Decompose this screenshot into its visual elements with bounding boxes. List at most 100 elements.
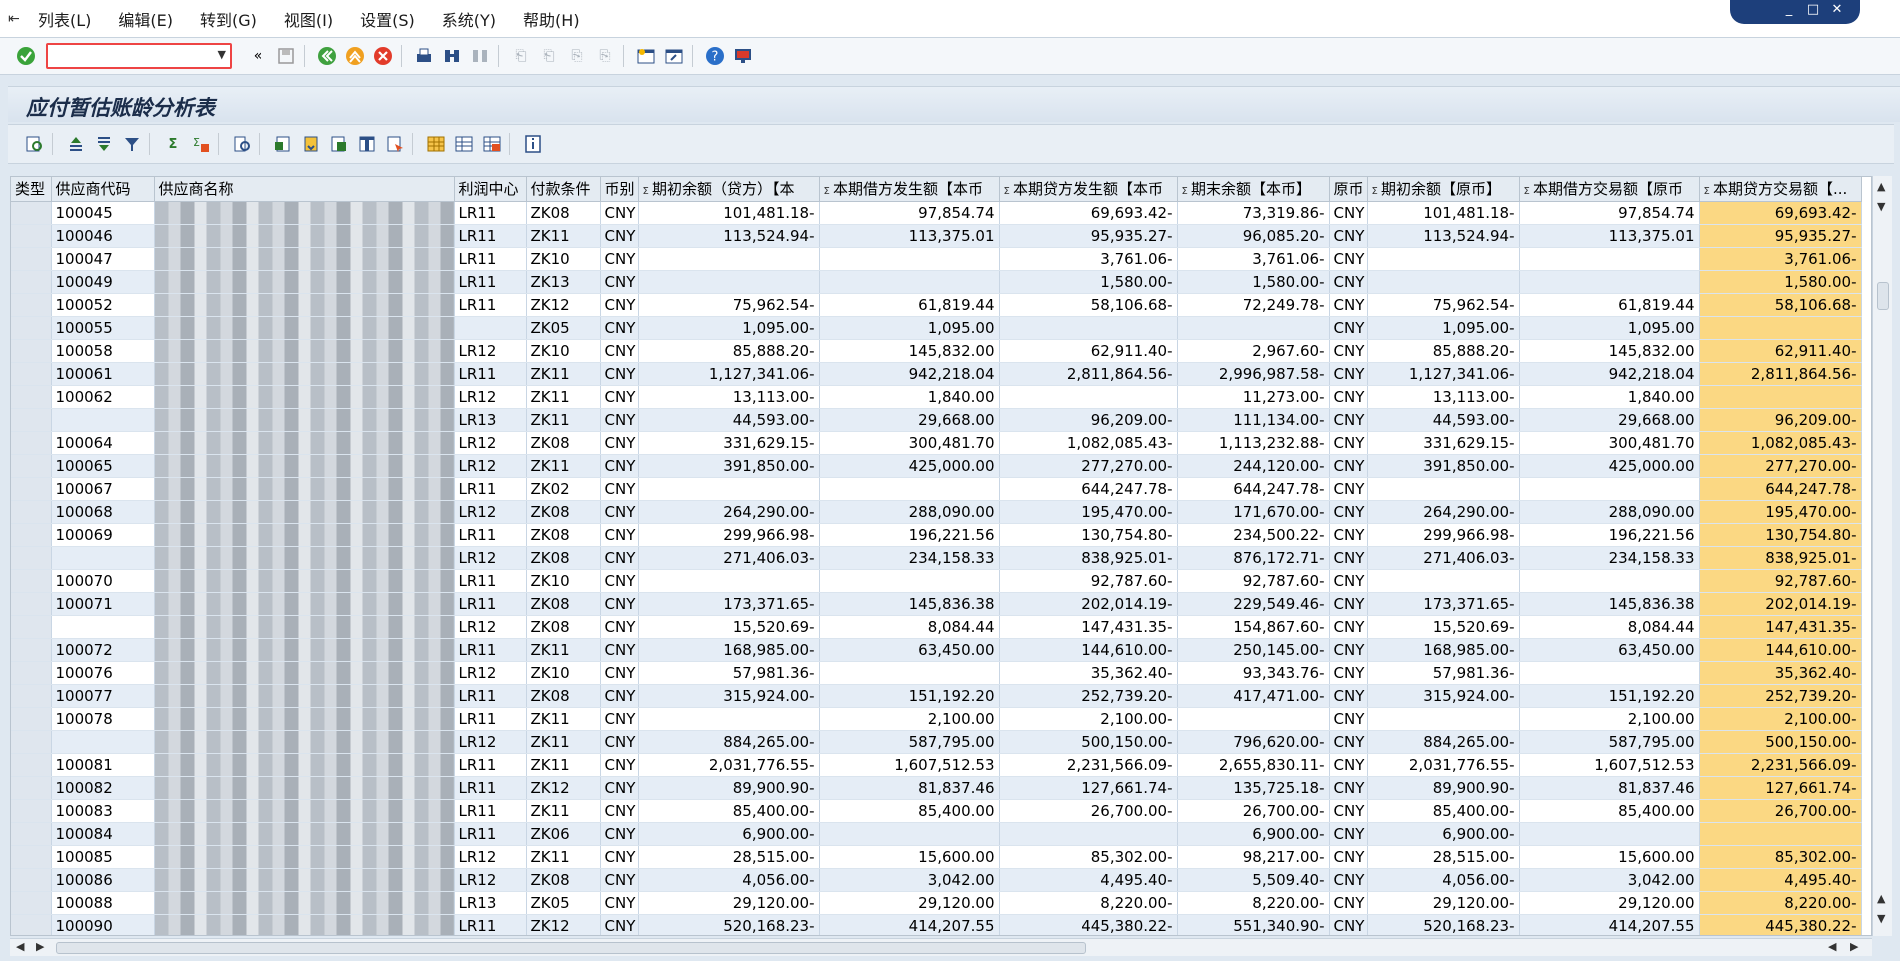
table-row[interactable]: 100055 ZK05 CNY 1,095.00- 1,095.00 CNY 1,095.0… — [11, 316, 1862, 340]
cell-credit-original[interactable]: 96,209.00- — [1699, 408, 1862, 432]
cell-closing-balance-local[interactable]: 26,700.00- — [1177, 799, 1330, 823]
cell-closing-balance-local[interactable]: 154,867.60- — [1177, 615, 1330, 639]
cell-opening-balance-local[interactable]: 101,481.18- — [638, 201, 820, 225]
cell-payment-terms[interactable]: ZK05 — [526, 891, 601, 915]
cell-original-currency[interactable]: CNY — [1329, 707, 1368, 731]
cell-closing-balance-local[interactable]: 2,655,830.11- — [1177, 753, 1330, 777]
cell-type[interactable] — [11, 431, 52, 455]
cell-credit-original[interactable]: 202,014.19- — [1699, 592, 1862, 616]
cell-opening-balance-original[interactable]: 4,056.00- — [1367, 868, 1520, 892]
col-header-vendor-name[interactable]: 供应商名称 — [154, 177, 455, 202]
cell-credit-original[interactable]: 2,100.00- — [1699, 707, 1862, 731]
cell-profit-center[interactable]: LR11 — [454, 569, 527, 593]
table-row[interactable]: 100076 LR12 ZK10 CNY 57,981.36- 35,362.40- 93,… — [11, 661, 1862, 685]
cell-original-currency[interactable]: CNY — [1329, 408, 1368, 432]
cell-profit-center[interactable] — [454, 316, 527, 340]
cell-profit-center[interactable]: LR11 — [454, 914, 527, 935]
cell-vendor-code[interactable]: 100069 — [51, 523, 155, 547]
cell-original-currency[interactable]: CNY — [1329, 569, 1368, 593]
cell-original-currency[interactable]: CNY — [1329, 247, 1368, 271]
cell-vendor-code[interactable]: 100052 — [51, 293, 155, 317]
cell-vendor-name[interactable] — [154, 684, 455, 708]
cell-debit-original[interactable]: 1,840.00 — [1519, 385, 1700, 409]
cell-credit-local[interactable]: 277,270.00- — [999, 454, 1178, 478]
cell-closing-balance-local[interactable]: 135,725.18- — [1177, 776, 1330, 800]
cell-payment-terms[interactable]: ZK06 — [526, 822, 601, 846]
cell-currency[interactable]: CNY — [600, 201, 639, 225]
cell-profit-center[interactable]: LR11 — [454, 224, 527, 248]
change-layout-icon[interactable] — [356, 133, 378, 155]
cell-opening-balance-local[interactable]: 6,900.00- — [638, 822, 820, 846]
cell-currency[interactable]: CNY — [600, 362, 639, 386]
cell-vendor-code[interactable] — [51, 546, 155, 570]
col-header-debit-original[interactable]: 本期借方交易额【原币 — [1519, 177, 1700, 202]
col-header-debit-local[interactable]: 本期借方发生额【本币 — [819, 177, 1000, 202]
cell-type[interactable] — [11, 523, 52, 547]
cell-debit-original[interactable]: 425,000.00 — [1519, 454, 1700, 478]
cell-credit-original[interactable] — [1699, 822, 1862, 846]
cell-debit-original[interactable]: 1,095.00 — [1519, 316, 1700, 340]
cell-debit-local[interactable]: 145,832.00 — [819, 339, 1000, 363]
cell-credit-local[interactable] — [999, 822, 1178, 846]
table-row[interactable]: 100045 LR11 ZK08 CNY 101,481.18- 97,854.74 69,… — [11, 201, 1862, 225]
abc-analysis-icon[interactable] — [481, 133, 503, 155]
table-row[interactable]: 100061 LR11 ZK11 CNY 1,127,341.06- 942,218.04… — [11, 362, 1862, 386]
cell-currency[interactable]: CNY — [600, 914, 639, 935]
cell-opening-balance-local[interactable]: 13,113.00- — [638, 385, 820, 409]
cell-closing-balance-local[interactable]: 5,509.40- — [1177, 868, 1330, 892]
table-row[interactable]: 100071 LR11 ZK08 CNY 173,371.65- 145,836.38 20… — [11, 592, 1862, 616]
cell-closing-balance-local[interactable]: 250,145.00- — [1177, 638, 1330, 662]
table-row[interactable]: 100088 LR13 ZK05 CNY 29,120.00- 29,120.00 8,22… — [11, 891, 1862, 915]
cell-payment-terms[interactable]: ZK08 — [526, 684, 601, 708]
close-icon[interactable]: ✕ — [1828, 2, 1846, 17]
cell-closing-balance-local[interactable]: 93,343.76- — [1177, 661, 1330, 685]
cell-profit-center[interactable]: LR12 — [454, 868, 527, 892]
cell-type[interactable] — [11, 408, 52, 432]
menu-list[interactable]: 列表(L) — [38, 7, 91, 31]
cell-closing-balance-local[interactable]: 644,247.78- — [1177, 477, 1330, 501]
cell-debit-original[interactable]: 61,819.44 — [1519, 293, 1700, 317]
cell-vendor-code[interactable] — [51, 615, 155, 639]
cell-closing-balance-local[interactable]: 111,134.00- — [1177, 408, 1330, 432]
table-row[interactable]: 100065 LR12 ZK11 CNY 391,850.00- 425,000.00 27… — [11, 454, 1862, 478]
details-icon[interactable] — [24, 133, 46, 155]
menu-settings[interactable]: 设置(S) — [360, 7, 415, 31]
cell-opening-balance-local[interactable] — [638, 270, 820, 294]
cell-currency[interactable]: CNY — [600, 316, 639, 340]
cell-opening-balance-original[interactable]: 13,113.00- — [1367, 385, 1520, 409]
cell-debit-local[interactable]: 288,090.00 — [819, 500, 1000, 524]
cell-debit-original[interactable]: 15,600.00 — [1519, 845, 1700, 869]
cell-opening-balance-local[interactable]: 2,031,776.55- — [638, 753, 820, 777]
table-row[interactable]: 100084 LR11 ZK06 CNY 6,900.00- 6,900.00- CNY 6,… — [11, 822, 1862, 846]
cell-debit-local[interactable] — [819, 270, 1000, 294]
cell-closing-balance-local[interactable] — [1177, 707, 1330, 731]
export-icon[interactable] — [272, 133, 294, 155]
cell-profit-center[interactable]: LR11 — [454, 201, 527, 225]
cell-type[interactable] — [11, 316, 52, 340]
cell-vendor-code[interactable]: 100078 — [51, 707, 155, 731]
col-header-vendor-code[interactable]: 供应商代码 — [51, 177, 155, 202]
cell-currency[interactable]: CNY — [600, 270, 639, 294]
new-session-icon[interactable] — [634, 44, 658, 68]
cell-credit-original[interactable]: 195,470.00- — [1699, 500, 1862, 524]
cell-profit-center[interactable]: LR11 — [454, 638, 527, 662]
cell-closing-balance-local[interactable]: 2,967.60- — [1177, 339, 1330, 363]
cell-vendor-name[interactable] — [154, 454, 455, 478]
cell-debit-original[interactable]: 29,120.00 — [1519, 891, 1700, 915]
cell-vendor-name[interactable] — [154, 638, 455, 662]
cell-currency[interactable]: CNY — [600, 592, 639, 616]
cell-vendor-name[interactable] — [154, 776, 455, 800]
cell-vendor-name[interactable] — [154, 293, 455, 317]
cell-profit-center[interactable]: LR11 — [454, 247, 527, 271]
cell-debit-original[interactable]: 196,221.56 — [1519, 523, 1700, 547]
scroll-right-icon[interactable]: ▶ — [1850, 940, 1858, 953]
table-row[interactable]: LR12 ZK08 CNY 271,406.03- 234,158.33 838,925.… — [11, 546, 1862, 570]
cell-vendor-code[interactable]: 100061 — [51, 362, 155, 386]
cell-credit-local[interactable]: 96,209.00- — [999, 408, 1178, 432]
cell-debit-original[interactable]: 8,084.44 — [1519, 615, 1700, 639]
cell-debit-local[interactable]: 587,795.00 — [819, 730, 1000, 754]
cell-debit-original[interactable]: 97,854.74 — [1519, 201, 1700, 225]
cell-currency[interactable]: CNY — [600, 569, 639, 593]
cell-credit-original[interactable]: 35,362.40- — [1699, 661, 1862, 685]
table-row[interactable]: LR12 ZK08 CNY 15,520.69- 8,084.44 147,431.35-… — [11, 615, 1862, 639]
